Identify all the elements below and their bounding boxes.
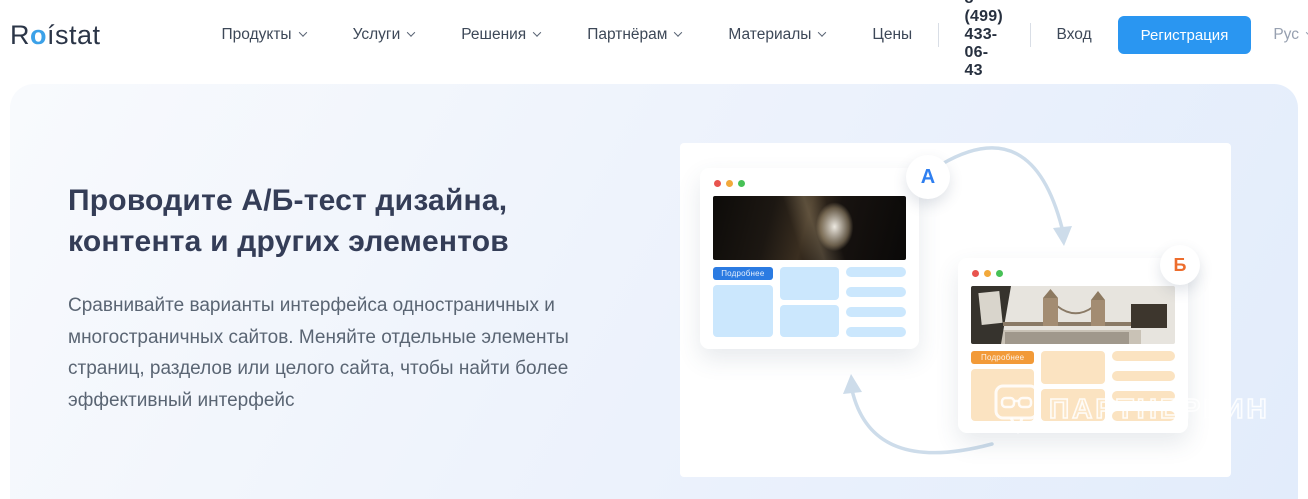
nav-right-group: 8 (499) 433-06-43 Вход Регистрация Рус xyxy=(912,0,1308,80)
nav-item-services[interactable]: Услуги xyxy=(352,26,416,44)
nav-label: Материалы xyxy=(728,26,812,43)
green-dot-icon xyxy=(738,180,745,187)
red-dot-icon xyxy=(972,270,979,277)
main-menu: Продукты Услуги Решения Партнёрам Матери… xyxy=(222,26,913,44)
text-line-block xyxy=(1111,371,1175,381)
details-button-b: Подробнее xyxy=(971,351,1035,364)
language-label: Рус xyxy=(1273,26,1299,43)
logo-o-mark: o xyxy=(30,19,47,50)
content-block xyxy=(971,369,1035,421)
traffic-light-dots xyxy=(714,180,906,187)
yellow-dot-icon xyxy=(984,270,991,277)
hero-image-variant-b xyxy=(971,286,1175,344)
phone-link[interactable]: 8 (499) 433-06-43 xyxy=(965,0,1005,80)
browser-window-variant-a: Подробнее xyxy=(700,168,919,349)
nav-label: Цены xyxy=(872,26,913,43)
text-line-block xyxy=(846,307,907,317)
hero-description: Сравнивайте варианты интерфейса одностра… xyxy=(68,295,569,411)
text-line-block xyxy=(1111,391,1175,401)
nav-item-solutions[interactable]: Решения xyxy=(461,26,542,44)
nav-item-pricing[interactable]: Цены xyxy=(872,26,912,44)
logo-letter: R xyxy=(10,19,30,50)
wireframe-grid-a: Подробнее xyxy=(713,267,907,337)
chevron-down-icon xyxy=(532,28,542,37)
top-navigation: Roístat Продукты Услуги Решения Партнёра… xyxy=(0,0,1308,79)
hero-section: Проводите А/Б-тест дизайна, контента и д… xyxy=(10,84,1298,499)
text-line-block xyxy=(1111,411,1175,421)
content-block xyxy=(779,305,840,337)
logo-rest: ístat xyxy=(47,19,101,50)
roistat-logo[interactable]: Roístat xyxy=(10,20,101,51)
variant-a-badge: А xyxy=(906,155,950,199)
yellow-dot-icon xyxy=(726,180,733,187)
text-line-block xyxy=(846,287,907,297)
green-dot-icon xyxy=(996,270,1003,277)
hero-title: Проводите А/Б-тест дизайна, контента и д… xyxy=(68,180,509,262)
hero-title-line2: контента и других элементов xyxy=(68,225,509,258)
browser-window-variant-b: Подробнее xyxy=(958,258,1188,433)
hero-image-variant-a xyxy=(713,196,906,260)
hero-title-line1: Проводите А/Б-тест дизайна, xyxy=(68,184,508,217)
variant-b-badge: Б xyxy=(1160,245,1200,285)
chevron-down-icon xyxy=(298,28,307,37)
details-button-a: Подробнее xyxy=(713,267,773,280)
nav-item-partners[interactable]: Партнёрам xyxy=(587,26,683,44)
wireframe-grid-b: Подробнее xyxy=(971,351,1175,421)
nav-item-materials[interactable]: Материалы xyxy=(728,26,827,44)
traffic-light-dots xyxy=(972,270,1175,277)
tower-bridge-photo xyxy=(971,286,1175,344)
red-dot-icon xyxy=(714,180,721,187)
nav-label: Решения xyxy=(461,26,527,43)
content-block xyxy=(779,267,840,300)
content-block xyxy=(1041,389,1105,421)
nav-label: Продукты xyxy=(221,26,292,43)
chevron-down-icon xyxy=(818,28,827,37)
text-line-block xyxy=(846,327,907,337)
language-selector[interactable]: Рус xyxy=(1273,26,1308,44)
nav-label: Услуги xyxy=(352,26,401,43)
nav-item-products[interactable]: Продукты xyxy=(221,26,307,44)
text-line-block xyxy=(1111,351,1175,361)
chevron-down-icon xyxy=(674,28,683,37)
chevron-down-icon xyxy=(406,28,416,37)
nav-label: Партнёрам xyxy=(587,26,668,43)
signup-button[interactable]: Регистрация xyxy=(1117,16,1252,54)
content-block xyxy=(713,285,773,337)
content-block xyxy=(1041,351,1105,384)
text-line-block xyxy=(846,267,907,277)
login-link[interactable]: Вход xyxy=(1057,26,1092,44)
